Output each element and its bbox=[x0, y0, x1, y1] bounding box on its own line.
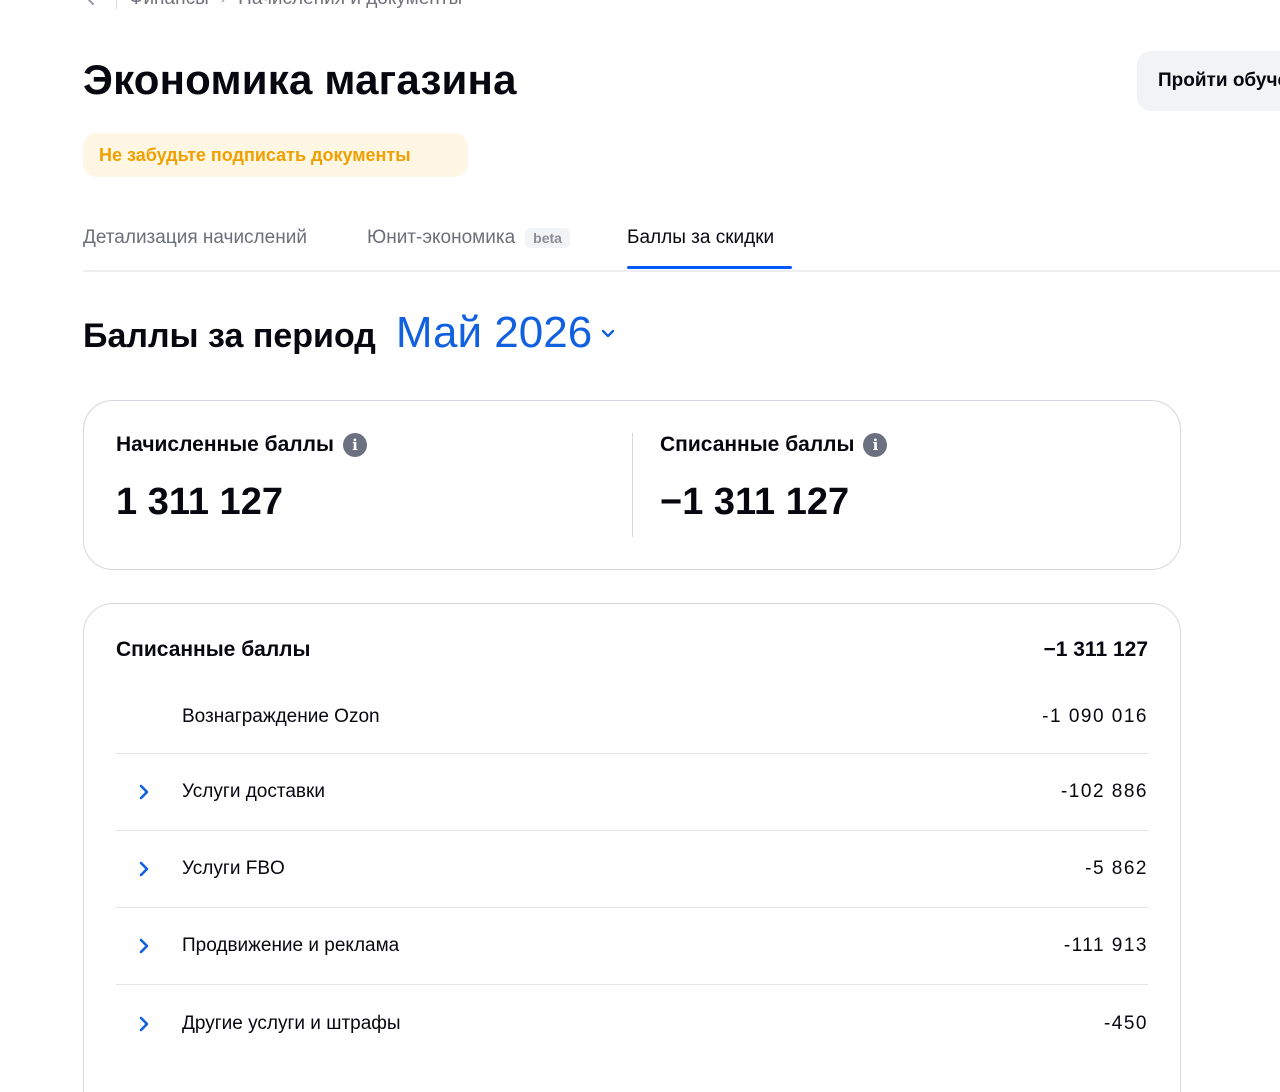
tab-label: Баллы за скидки bbox=[627, 227, 775, 248]
detail-row-other-services-fines[interactable]: Другие услуги и штрафы -450 bbox=[116, 985, 1148, 1062]
detail-row-promotion-advertising[interactable]: Продвижение и реклама -111 913 bbox=[116, 908, 1148, 985]
details-list: Вознаграждение Ozon -1 090 016 Услуги до… bbox=[116, 680, 1148, 1062]
detail-row-fbo-services[interactable]: Услуги FBO -5 862 bbox=[116, 831, 1148, 908]
tab-discount-points[interactable]: Баллы за скидки bbox=[627, 227, 774, 249]
summary-divider bbox=[632, 433, 633, 537]
points-summary-card: Начисленные баллы i 1 311 127 Списанные … bbox=[83, 400, 1181, 570]
period-value: Май 2026 bbox=[395, 308, 593, 357]
breadcrumb-item-finance[interactable]: Финансы bbox=[129, 0, 209, 10]
info-icon[interactable]: i bbox=[342, 433, 367, 457]
breadcrumb: Финансы › Начисления и документы bbox=[84, 0, 462, 10]
notice-text: Не забудьте подписать документы bbox=[99, 144, 411, 165]
tabs: Детализация начислений Юнит-экономика be… bbox=[83, 222, 1280, 272]
written-off-details-card: Списанные баллы −1 311 127 Вознаграждени… bbox=[83, 603, 1181, 1092]
row-label: Продвижение и реклама bbox=[182, 935, 400, 956]
row-label: Услуги доставки bbox=[182, 781, 325, 802]
start-training-button[interactable]: Пройти обучение bbox=[1137, 51, 1280, 111]
sign-documents-notice[interactable]: Не забудьте подписать документы bbox=[83, 133, 468, 177]
details-header: Списанные баллы −1 311 127 bbox=[116, 638, 1148, 662]
details-total: −1 311 127 bbox=[1043, 638, 1148, 661]
breadcrumb-item-accruals[interactable]: Начисления и документы bbox=[238, 0, 462, 10]
info-icon[interactable]: i bbox=[863, 433, 888, 457]
row-value: -450 bbox=[1103, 1012, 1148, 1034]
period-dropdown[interactable]: Май 2026 bbox=[396, 308, 618, 358]
accrued-points-label-row: Начисленные баллы i bbox=[116, 433, 367, 457]
row-label: Другие услуги и штрафы bbox=[182, 1012, 401, 1034]
arrow-left-icon[interactable] bbox=[84, 0, 104, 9]
row-value: -102 886 bbox=[1060, 781, 1148, 802]
written-off-points-value: −1 311 127 bbox=[660, 481, 850, 523]
written-off-points-label-row: Списанные баллы i bbox=[660, 433, 888, 457]
row-label: Вознаграждение Ozon bbox=[182, 705, 380, 727]
period-heading: Баллы за период Май 2026 bbox=[83, 308, 618, 358]
breadcrumb-divider bbox=[116, 0, 117, 9]
written-off-points-label: Списанные баллы bbox=[660, 433, 855, 456]
period-label: Баллы за период bbox=[83, 317, 376, 355]
row-value: -111 913 bbox=[1063, 935, 1148, 956]
active-tab-indicator bbox=[627, 266, 792, 269]
accrued-points-label: Начисленные баллы bbox=[116, 433, 334, 456]
accrued-points: Начисленные баллы i 1 311 127 bbox=[116, 433, 367, 524]
row-value: -1 090 016 bbox=[1042, 705, 1148, 727]
accrued-points-value: 1 311 127 bbox=[116, 481, 283, 523]
details-title: Списанные баллы bbox=[116, 638, 311, 661]
chevron-right-icon[interactable] bbox=[134, 859, 154, 879]
chevron-right-icon[interactable] bbox=[134, 782, 154, 802]
tab-label: Юнит-экономика bbox=[367, 227, 516, 248]
chevron-right-icon[interactable] bbox=[134, 936, 154, 956]
page-title: Экономика магазина bbox=[83, 56, 517, 103]
beta-badge: beta bbox=[525, 228, 570, 248]
page: Финансы › Начисления и документы Экономи… bbox=[0, 0, 1280, 1092]
written-off-points: Списанные баллы i −1 311 127 bbox=[660, 433, 888, 524]
tab-unit-economics[interactable]: Юнит-экономика beta bbox=[367, 227, 570, 249]
chevron-down-icon bbox=[598, 323, 618, 343]
chevron-right-icon: › bbox=[221, 0, 226, 8]
chevron-right-icon[interactable] bbox=[134, 1014, 154, 1034]
detail-row-delivery-services[interactable]: Услуги доставки -102 886 bbox=[116, 754, 1148, 831]
detail-row-ozon-reward: Вознаграждение Ozon -1 090 016 bbox=[116, 680, 1148, 754]
tab-label: Детализация начислений bbox=[83, 227, 307, 248]
tab-accrual-details[interactable]: Детализация начислений bbox=[83, 227, 307, 249]
row-label: Услуги FBO bbox=[182, 858, 285, 879]
row-value: -5 862 bbox=[1085, 858, 1148, 879]
